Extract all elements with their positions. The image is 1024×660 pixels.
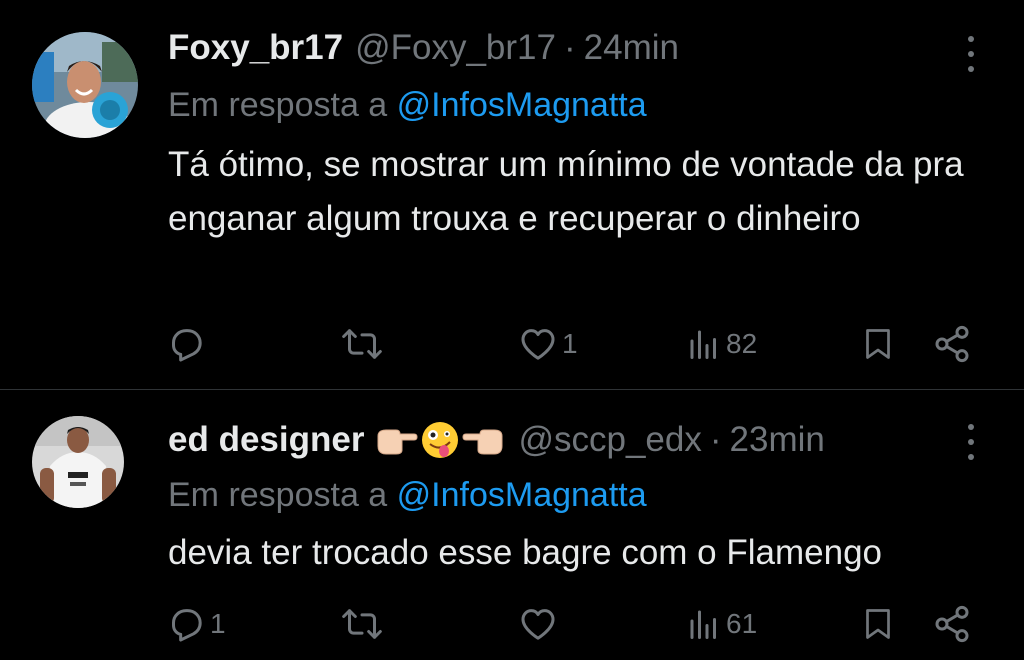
- avatar[interactable]: [32, 32, 138, 138]
- views-icon: [690, 330, 716, 359]
- reply-icon: [172, 609, 202, 642]
- retweet-button[interactable]: [340, 320, 388, 368]
- heart-icon: [521, 329, 555, 360]
- share-icon: [935, 605, 969, 643]
- tweet[interactable]: Foxy_br17 @Foxy_br17 · 24min Em resposta…: [0, 0, 1024, 389]
- like-button[interactable]: 1: [518, 320, 578, 368]
- view-count: 82: [726, 328, 758, 359]
- bookmark-icon: [866, 609, 890, 639]
- view-count: 61: [726, 608, 758, 639]
- user-handle[interactable]: @Foxy_br17: [355, 28, 556, 68]
- share-button[interactable]: [932, 320, 972, 368]
- tweet-header: ed designer @sccp_edx · 23min: [168, 418, 825, 462]
- bookmark-icon: [866, 329, 890, 359]
- reply-button[interactable]: 1: [166, 600, 226, 648]
- views-button[interactable]: 82: [686, 320, 757, 368]
- heart-icon: [521, 609, 555, 640]
- pointing-right-hand-icon: [377, 429, 418, 455]
- tweet-header: Foxy_br17 @Foxy_br17 · 24min: [168, 26, 679, 70]
- more-options-icon[interactable]: [966, 424, 976, 460]
- display-name[interactable]: ed designer: [168, 420, 364, 460]
- separator: ·: [709, 420, 722, 459]
- user-handle[interactable]: @sccp_edx: [518, 420, 701, 460]
- zany-face-icon: [422, 422, 459, 458]
- like-button[interactable]: [518, 600, 562, 648]
- reply-prefix: Em resposta a: [168, 476, 397, 514]
- share-button[interactable]: [932, 600, 972, 648]
- like-count: 1: [562, 328, 578, 359]
- retweet-icon: [342, 609, 382, 639]
- action-bar: 1 82: [0, 320, 1024, 368]
- retweet-button[interactable]: [340, 600, 388, 648]
- reply-context: Em resposta a @InfosMagnatta: [168, 476, 647, 515]
- views-icon: [690, 610, 716, 639]
- tweet-text: devia ter trocado esse bagre com o Flame…: [168, 533, 882, 572]
- reply-context: Em resposta a @InfosMagnatta: [168, 86, 647, 125]
- reply-prefix: Em resposta a: [168, 86, 397, 124]
- separator: ·: [564, 28, 576, 67]
- name-emojis: [374, 420, 506, 460]
- reply-mention-link[interactable]: @InfosMagnatta: [397, 476, 647, 514]
- display-name[interactable]: Foxy_br17: [168, 28, 343, 68]
- more-options-icon[interactable]: [966, 36, 976, 72]
- tweet[interactable]: ed designer @sccp_edx · 23min Em respost…: [0, 390, 1024, 660]
- bookmark-button[interactable]: [860, 600, 896, 648]
- reply-button[interactable]: [166, 320, 210, 368]
- timestamp[interactable]: 23min: [730, 420, 825, 460]
- share-icon: [935, 325, 969, 363]
- reply-count: 1: [210, 608, 226, 639]
- timestamp[interactable]: 24min: [584, 28, 679, 68]
- views-button[interactable]: 61: [686, 600, 757, 648]
- action-bar: 1 61: [0, 600, 1024, 648]
- retweet-icon: [342, 329, 382, 359]
- bookmark-button[interactable]: [860, 320, 896, 368]
- avatar[interactable]: [32, 416, 124, 508]
- pointing-left-hand-icon: [462, 429, 503, 455]
- reply-mention-link[interactable]: @InfosMagnatta: [397, 86, 647, 124]
- reply-icon: [172, 329, 202, 362]
- tweet-text: Tá ótimo, se mostrar um mínimo de vontad…: [168, 145, 964, 238]
